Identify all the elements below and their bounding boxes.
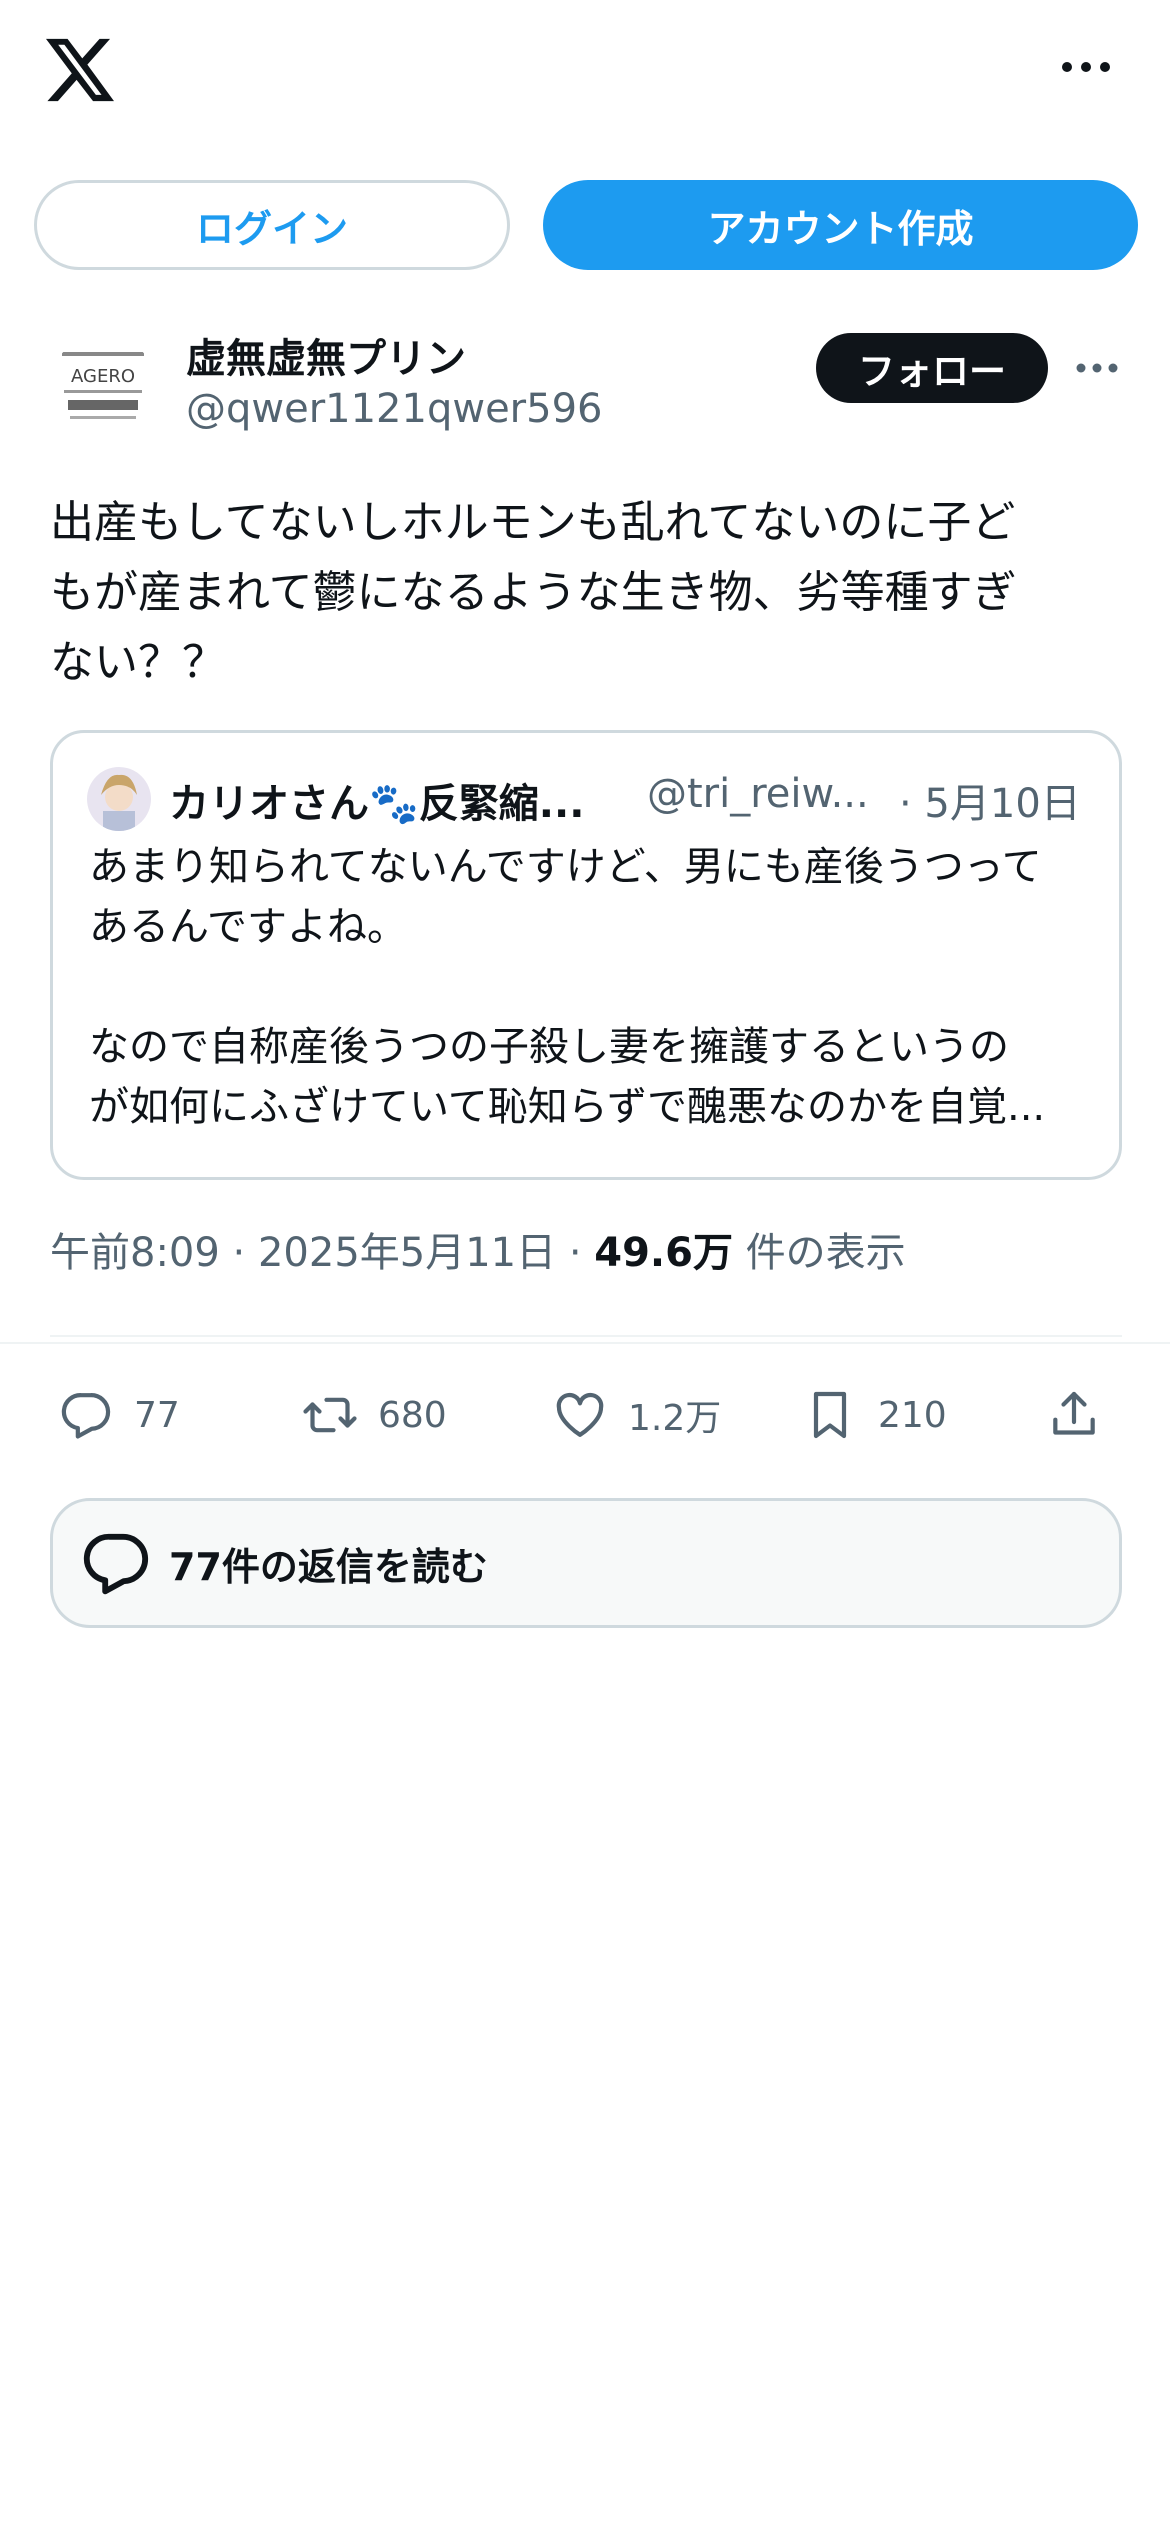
tweet-text-line: ない？？ xyxy=(50,637,226,688)
retweet-icon xyxy=(303,1397,357,1433)
bookmark-button[interactable]: 210 xyxy=(802,1370,947,1460)
auth-buttons: ログイン アカウント作成 xyxy=(0,178,1170,272)
share-button[interactable] xyxy=(1046,1370,1122,1460)
bookmark-icon xyxy=(813,1391,847,1439)
retweet-button[interactable]: 680 xyxy=(302,1370,447,1460)
like-button[interactable]: 1.2万 xyxy=(552,1370,721,1460)
like-count: 1.2万 xyxy=(628,1398,722,1439)
quoted-text-blank xyxy=(89,957,1089,1017)
login-button[interactable]: ログイン xyxy=(34,180,510,270)
quoted-author-handle: @tri_reiw... xyxy=(647,771,869,817)
quoted-tweet[interactable]: カリオさん🐾反緊縮... @tri_reiw... · 5月10日 あまり知られ… xyxy=(50,730,1122,1180)
quoted-text-line: あまり知られてないんですけど、男にも産後うつって xyxy=(89,844,1042,890)
tweet-meta: 午前8:09 · 2025年5月11日 · 49.6万 件の表示 xyxy=(50,1220,906,1278)
tweet-actions: 77 680 1.2万 210 xyxy=(50,1370,1122,1460)
quoted-text-line: なので自称産後うつの子殺し妻を擁護するというの xyxy=(89,1024,1009,1070)
create-account-button[interactable]: アカウント作成 xyxy=(543,180,1138,270)
quoted-author-name: カリオさん🐾反緊縮... xyxy=(169,781,585,827)
avatar-text: AGERO xyxy=(71,366,135,387)
author-name[interactable]: 虚無虚無プリン xyxy=(186,326,466,384)
heart-icon xyxy=(556,1392,604,1437)
quoted-text-line: が如何にふざけていて恥知らずで醜悪なのかを自覚... xyxy=(89,1084,1046,1130)
quoted-date: · 5月10日 xyxy=(899,781,1081,827)
tweet-text-line: もが産まれて鬱になるような生き物、劣等種すぎ xyxy=(50,567,1017,618)
avatar-image: AGERO xyxy=(50,334,156,440)
retweet-count: 680 xyxy=(378,1394,447,1436)
more-horizontal-icon[interactable] xyxy=(1060,56,1112,78)
divider xyxy=(50,1335,1122,1337)
tweet-text-line: 出産もしてないしホルモンも乱れてないのに子ど xyxy=(50,497,1016,548)
reply-button[interactable]: 77 xyxy=(58,1370,180,1460)
author-avatar[interactable]: AGERO xyxy=(50,334,156,440)
share-icon xyxy=(1053,1391,1095,1435)
bookmark-count: 210 xyxy=(878,1394,947,1436)
top-bar xyxy=(0,0,1170,150)
read-replies-button[interactable]: 77件の返信を読む xyxy=(50,1498,1122,1628)
read-replies-label: 77件の返信を読む xyxy=(169,1544,488,1589)
divider xyxy=(0,1342,1170,1344)
tweet-text: 出産もしてないしホルモンも乱れてないのに子ど もが産まれて鬱になるような生き物、… xyxy=(50,488,1125,698)
tweet-timestamp[interactable]: 午前8:09 · 2025年5月11日 · xyxy=(50,1230,594,1276)
reply-icon xyxy=(61,1393,111,1439)
author-handle[interactable]: @qwer1121qwer596 xyxy=(186,386,602,432)
quoted-author-avatar xyxy=(87,767,151,831)
reply-count: 77 xyxy=(134,1394,180,1436)
quoted-text: あまり知られてないんですけど、男にも産後うつって あるんですよね。 なので自称産… xyxy=(89,837,1089,1137)
view-count-label: 件の表示 xyxy=(732,1230,906,1276)
quoted-text-line: あるんですよね。 xyxy=(89,904,407,950)
view-count: 49.6万 xyxy=(594,1230,733,1276)
reply-icon xyxy=(83,1533,149,1595)
x-logo-icon[interactable] xyxy=(46,38,114,102)
follow-button[interactable]: フォロー xyxy=(816,333,1048,403)
more-horizontal-icon[interactable] xyxy=(1076,359,1118,377)
